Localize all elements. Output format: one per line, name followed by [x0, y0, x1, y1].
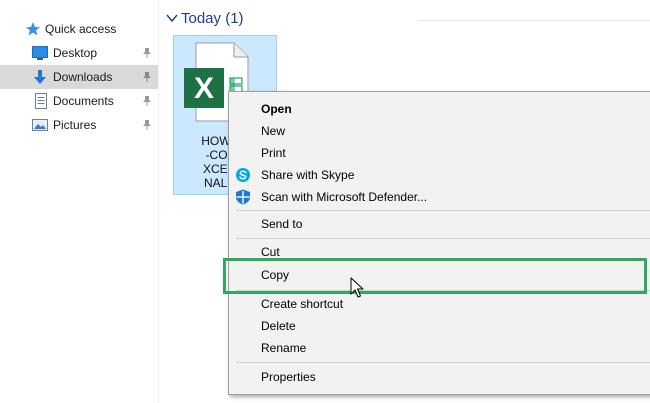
pin-icon[interactable] — [141, 71, 153, 83]
excel-badge-letter: X — [194, 72, 214, 105]
nav-item-label: Desktop — [53, 46, 98, 60]
group-divider — [418, 20, 650, 21]
menu-separator — [236, 362, 650, 363]
pin-icon[interactable] — [141, 95, 153, 107]
context-menu: Open New Print Share with Skype Scan wit… — [228, 91, 650, 395]
menu-item-copy[interactable]: Copy — [230, 264, 650, 286]
menu-item-new[interactable]: New — [230, 120, 650, 142]
nav-item-downloads[interactable]: Downloads — [0, 65, 158, 89]
menu-item-open[interactable]: Open — [230, 98, 650, 120]
chevron-down-icon[interactable] — [166, 12, 178, 24]
defender-shield-icon — [236, 189, 250, 205]
menu-item-share-with-skype[interactable]: Share with Skype — [230, 164, 650, 186]
menu-item-rename[interactable]: Rename — [230, 337, 650, 359]
download-arrow-icon — [34, 70, 46, 84]
menu-item-create-shortcut[interactable]: Create shortcut — [230, 293, 650, 315]
nav-item-desktop[interactable]: Desktop — [0, 41, 158, 65]
group-title: Today (1) — [181, 10, 244, 27]
desktop-icon — [32, 46, 48, 60]
nav-item-pictures[interactable]: Pictures — [0, 113, 158, 137]
menu-item-send-to[interactable]: Send to — [230, 213, 650, 235]
pane-splitter[interactable] — [158, 0, 159, 403]
menu-item-cut[interactable]: Cut — [230, 241, 650, 263]
menu-item-scan-with-defender[interactable]: Scan with Microsoft Defender... — [230, 186, 650, 208]
menu-item-delete[interactable]: Delete — [230, 315, 650, 337]
mouse-cursor-icon — [350, 277, 364, 298]
menu-item-print[interactable]: Print — [230, 142, 650, 164]
nav-item-documents[interactable]: Documents — [0, 89, 158, 113]
menu-separator — [236, 290, 650, 291]
pin-icon[interactable] — [141, 47, 153, 59]
star-icon — [26, 22, 40, 36]
nav-item-label: Quick access — [45, 22, 117, 36]
menu-item-properties[interactable]: Properties — [230, 366, 650, 388]
pictures-icon — [32, 119, 48, 131]
document-icon — [35, 93, 47, 109]
pin-icon[interactable] — [141, 119, 153, 131]
skype-icon — [236, 168, 250, 182]
group-header-today[interactable]: Today (1) — [166, 9, 650, 31]
menu-separator — [236, 238, 650, 239]
nav-item-label: Documents — [53, 94, 114, 108]
menu-separator — [236, 210, 650, 211]
nav-item-label: Pictures — [53, 118, 97, 132]
nav-item-quick-access[interactable]: Quick access — [0, 17, 158, 41]
nav-item-label: Downloads — [53, 70, 113, 84]
navigation-pane: Quick access Desktop Downloads Documents… — [0, 0, 158, 403]
